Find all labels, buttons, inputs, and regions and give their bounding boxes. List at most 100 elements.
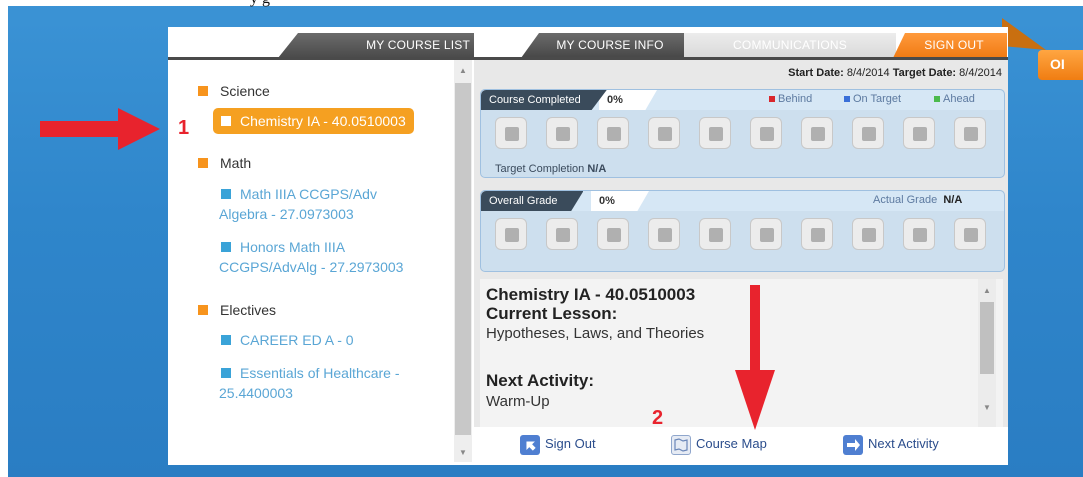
- grade-cell: [954, 218, 986, 250]
- scrollbar-thumb[interactable]: [455, 83, 471, 435]
- course-label-line1: Essentials of Healthcare -: [240, 365, 400, 381]
- lesson-info-scrollbar[interactable]: ▲ ▼: [978, 279, 996, 427]
- scrollbar-thumb[interactable]: [980, 302, 994, 374]
- start-date-value: 8/4/2014: [846, 67, 890, 79]
- next-activity-value: Warm-Up: [486, 393, 550, 410]
- sign-out-icon: [520, 434, 540, 455]
- grade-cell: [597, 218, 629, 250]
- grade-cell: [852, 218, 884, 250]
- course-label-line1: Honors Math IIIA: [240, 239, 346, 255]
- behind-swatch-icon: [769, 96, 775, 103]
- grade-cell: [699, 218, 731, 250]
- grade-cell: [750, 218, 782, 250]
- progress-cell: [546, 117, 578, 149]
- course-map-button[interactable]: Course Map: [671, 430, 767, 458]
- category-bullet-icon: [198, 305, 208, 315]
- actual-grade-value: N/A: [943, 194, 963, 206]
- course-title: Chemistry IA - 40.0510003: [486, 285, 696, 304]
- tab-sign-out[interactable]: SIGN OUT: [893, 33, 1007, 58]
- course-item-healthcare-line2[interactable]: 25.4400003: [219, 382, 293, 404]
- progress-cell: [699, 117, 731, 149]
- course-bullet-icon: [221, 242, 231, 252]
- category-label: Science: [220, 83, 270, 99]
- course-map-label: Course Map: [696, 436, 767, 451]
- scroll-up-icon[interactable]: ▲: [978, 286, 996, 295]
- progress-cell: [903, 117, 935, 149]
- course-label: Chemistry IA - 40.0510003: [240, 113, 406, 129]
- scroll-down-icon[interactable]: ▼: [978, 403, 996, 412]
- target-date-value: 8/4/2014: [959, 67, 1002, 79]
- overall-grade-label: Overall Grade: [481, 191, 584, 211]
- course-item-career-ed[interactable]: CAREER ED A - 0: [221, 329, 354, 351]
- course-bullet-icon: [221, 116, 231, 126]
- side-orange-button[interactable]: OI: [1038, 50, 1083, 80]
- next-activity-label: Next Activity: [868, 436, 939, 451]
- course-bullet-icon: [221, 335, 231, 345]
- grade-cell: [903, 218, 935, 250]
- next-activity-icon: [843, 434, 863, 455]
- legend-label: On Target: [853, 93, 902, 105]
- start-date-label: Start Date:: [788, 67, 844, 79]
- grade-cell: [495, 218, 527, 250]
- course-completed-box: 0% Course Completed Behind On Target Ahe…: [480, 89, 1005, 178]
- on-target-swatch-icon: [844, 96, 850, 103]
- annotation-marker-2: 2: [652, 407, 664, 429]
- progress-cell: [954, 117, 986, 149]
- course-item-chemistry[interactable]: Chemistry IA - 40.0510003: [213, 108, 414, 134]
- target-completion-value: N/A: [587, 163, 607, 175]
- course-label-line1: Math IIIA CCGPS/Adv: [240, 186, 377, 202]
- legend-ahead: Ahead: [934, 93, 975, 105]
- category-science: Science: [198, 83, 270, 99]
- course-item-math-iiia[interactable]: Math IIIA CCGPS/Adv: [221, 183, 377, 205]
- progress-cell: [648, 117, 680, 149]
- category-label: Electives: [220, 302, 277, 318]
- course-bullet-icon: [221, 189, 231, 199]
- category-label: Math: [220, 155, 252, 171]
- tab-communications[interactable]: COMMUNICATIONS: [684, 33, 896, 58]
- grade-cell: [801, 218, 833, 250]
- category-electives: Electives: [198, 302, 276, 318]
- completion-cells: [495, 117, 986, 151]
- course-item-math-iiia-line2[interactable]: Algebra - 27.0973003: [219, 203, 354, 225]
- course-list-scrollbar[interactable]: ▲ ▼: [454, 60, 472, 462]
- target-completion: Target Completion N/A: [495, 163, 606, 175]
- tab-my-course-list[interactable]: MY COURSE LIST: [278, 33, 474, 58]
- scroll-down-icon[interactable]: ▼: [454, 448, 472, 457]
- annotation-arrow-right-icon: [40, 108, 160, 150]
- progress-cell: [750, 117, 782, 149]
- tab-my-course-info[interactable]: MY COURSE INFO: [521, 33, 685, 58]
- legend-label: Behind: [778, 93, 813, 105]
- legend-behind: Behind: [769, 93, 812, 105]
- annotation-marker-1: 1: [178, 117, 190, 139]
- overall-grade-box: 0% Overall Grade Actual Grade N/A: [480, 190, 1005, 272]
- actual-grade: Actual Grade N/A: [873, 194, 962, 206]
- target-date-label: Target Date:: [892, 67, 957, 79]
- ahead-swatch-icon: [934, 96, 940, 103]
- legend-label: Ahead: [943, 93, 975, 105]
- legend-on-target: On Target: [844, 93, 901, 105]
- date-line: Start Date: 8/4/2014 Target Date: 8/4/20…: [474, 67, 1008, 79]
- grade-cells: [495, 218, 986, 252]
- scroll-up-icon[interactable]: ▲: [454, 66, 472, 75]
- course-item-healthcare[interactable]: Essentials of Healthcare -: [221, 362, 400, 384]
- progress-cell: [852, 117, 884, 149]
- progress-cell: [495, 117, 527, 149]
- annotation-arrow-down-icon: [735, 285, 775, 430]
- grade-cell: [546, 218, 578, 250]
- category-bullet-icon: [198, 86, 208, 96]
- grade-cell: [648, 218, 680, 250]
- sign-out-button[interactable]: Sign Out: [520, 430, 596, 458]
- next-activity-button[interactable]: Next Activity: [843, 430, 939, 458]
- course-map-icon: [671, 434, 691, 455]
- current-lesson-value: Hypotheses, Laws, and Theories: [486, 325, 705, 342]
- course-item-honors-math-line2[interactable]: CCGPS/AdvAlg - 27.2973003: [219, 256, 403, 278]
- category-math: Math: [198, 155, 251, 171]
- next-activity-label: Next Activity:: [486, 371, 595, 390]
- course-label: CAREER ED A - 0: [240, 332, 354, 348]
- course-completed-label: Course Completed: [481, 90, 607, 110]
- progress-cell: [801, 117, 833, 149]
- category-bullet-icon: [198, 158, 208, 168]
- course-item-honors-math[interactable]: Honors Math IIIA: [221, 236, 345, 258]
- course-bullet-icon: [221, 368, 231, 378]
- actual-grade-label: Actual Grade: [873, 194, 938, 206]
